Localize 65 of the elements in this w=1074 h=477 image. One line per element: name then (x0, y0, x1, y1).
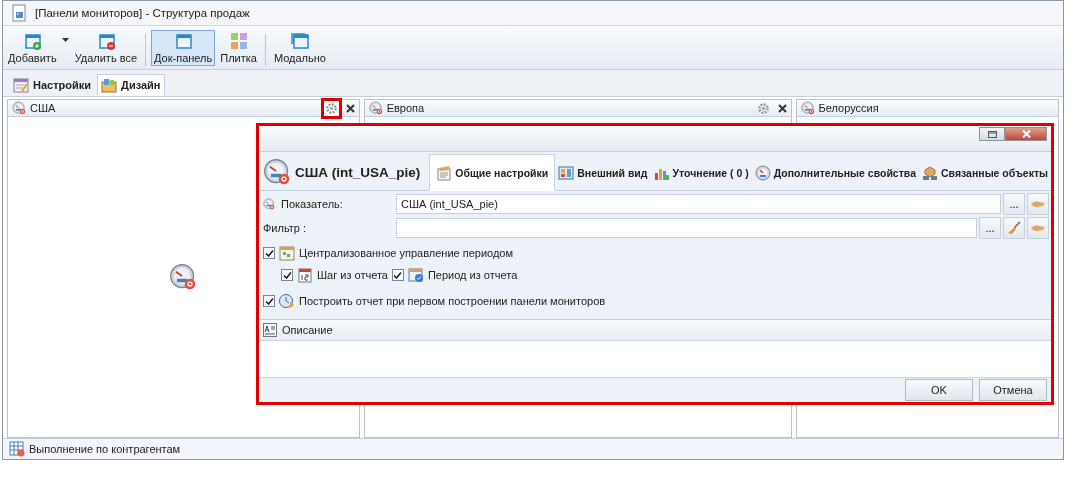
browse-button[interactable]: ... (1003, 193, 1025, 215)
tab[interactable]: Внешний вид (555, 156, 651, 190)
text-icon (263, 323, 277, 337)
restore-button[interactable] (979, 127, 1005, 141)
close-icon (1021, 130, 1031, 138)
close-button[interactable] (1005, 127, 1047, 141)
input-field[interactable] (396, 218, 977, 238)
tab[interactable]: Настройки (9, 74, 96, 96)
checkbox-label: Построить отчет при первом построении панели мониторов (299, 295, 606, 307)
checkbox-label: Шаг из отчета (317, 269, 388, 281)
input-field[interactable]: США (int_USA_pie) (396, 194, 1001, 214)
tab-icon (754, 165, 771, 181)
settings-icon[interactable] (757, 102, 769, 114)
tab[interactable]: Общие настройки (429, 154, 556, 191)
panel-icon (22, 32, 43, 50)
checkbox-label: Централизованное управление периодом (299, 247, 513, 259)
panel-icon (289, 32, 310, 50)
close-icon[interactable] (345, 103, 355, 113)
tab-icon (922, 165, 938, 181)
tab[interactable]: Дизайн (97, 74, 165, 96)
browse-button[interactable]: ... (979, 217, 1001, 239)
toolbar-button[interactable]: Док-панель (151, 30, 216, 66)
tab-icon (13, 77, 29, 93)
app-icon (11, 4, 27, 22)
field-label: Показатель: (281, 198, 343, 210)
tab-icon (101, 77, 118, 93)
status-text: Выполнение по контрагентам (29, 443, 181, 455)
section-title: Описание (282, 324, 333, 336)
option-icon (407, 267, 424, 283)
checkbox[interactable] (263, 295, 275, 307)
toolbar-button[interactable]: Плитка (217, 30, 260, 66)
cancel-button[interactable]: Отмена (979, 379, 1047, 401)
panel-title: Белоруссия (818, 102, 880, 114)
ok-button[interactable]: OK (905, 379, 973, 401)
panel-title: Европа (386, 102, 426, 114)
restore-icon (987, 130, 997, 138)
tab[interactable]: Уточнение ( 0 ) (650, 156, 752, 190)
checkbox[interactable] (281, 269, 293, 281)
close-icon[interactable] (777, 103, 787, 113)
window-title: [Панели мониторов] - Структура продаж (35, 7, 250, 19)
option-icon (297, 267, 313, 283)
checkbox-label: Период из отчета (427, 269, 518, 281)
panel-icon (173, 32, 194, 50)
dialog-title: США (int_USA_pie) (295, 164, 421, 180)
checkbox[interactable] (263, 247, 275, 259)
broom-icon (1007, 221, 1021, 235)
checkbox[interactable] (391, 269, 404, 281)
gauge-icon (169, 263, 198, 291)
gauge-icon (263, 158, 291, 186)
tab[interactable]: Дополнительные свойства (751, 156, 919, 190)
panel-title: США (30, 102, 57, 114)
field-label: Фильтр : (263, 222, 307, 234)
tab-icon (436, 164, 453, 181)
toolbar-button[interactable]: Модально (270, 30, 329, 66)
tab[interactable]: Связанные объекты (919, 156, 1051, 190)
option-icon (279, 293, 295, 309)
caret-icon[interactable] (61, 38, 69, 42)
settings-icon[interactable] (325, 102, 337, 114)
table-icon (9, 441, 25, 457)
gauge-icon (263, 198, 275, 210)
toolbar-button[interactable]: Удалить все (71, 30, 140, 66)
option-icon (279, 245, 295, 261)
tab-icon (558, 165, 575, 181)
tiles-icon (228, 32, 249, 50)
toolbar-button[interactable]: Добавить (5, 30, 60, 66)
